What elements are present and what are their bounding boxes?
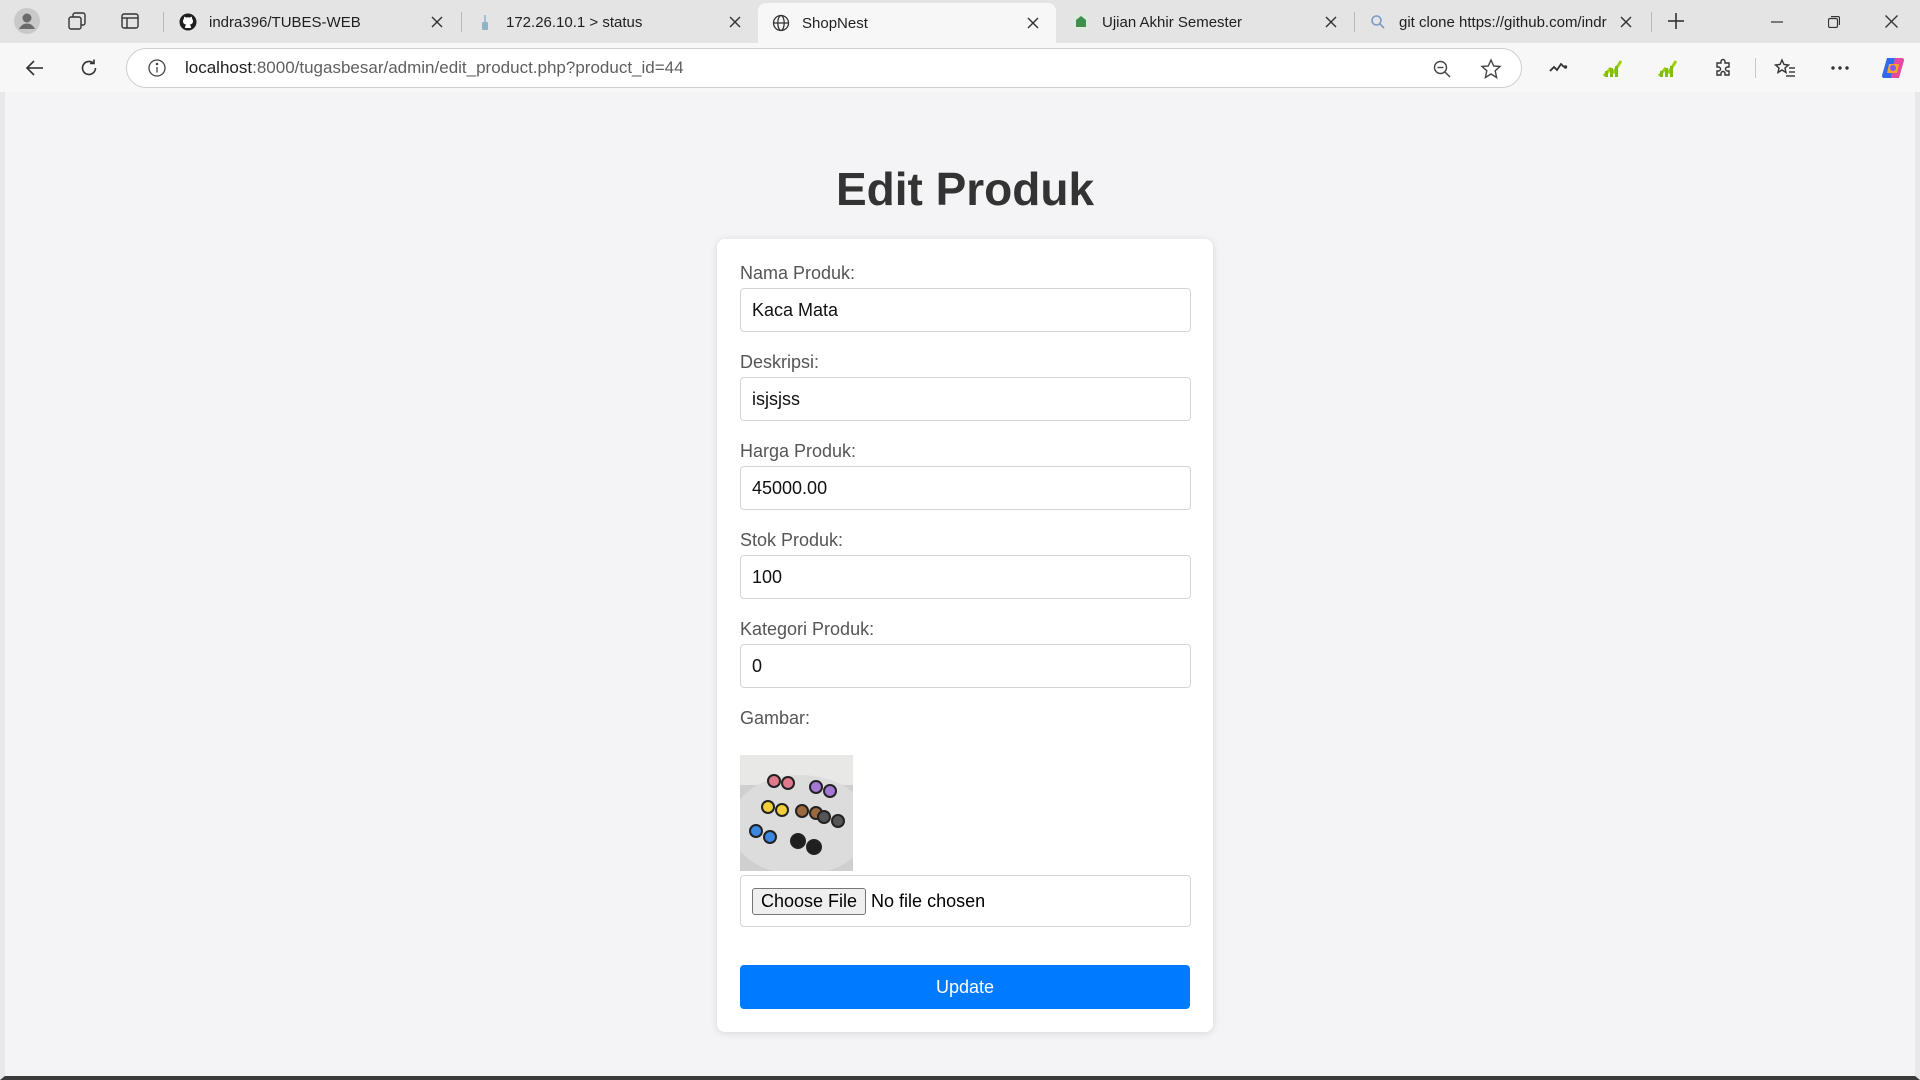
- image-label: Gambar:: [740, 708, 811, 728]
- stock-label: Stok Produk:: [740, 530, 844, 550]
- close-icon[interactable]: [1022, 12, 1044, 34]
- tab-github[interactable]: indra396/TUBES-WEB: [165, 4, 460, 40]
- extensions-button[interactable]: [1706, 50, 1742, 86]
- search-icon: [1369, 13, 1387, 31]
- product-image: [740, 755, 853, 871]
- tab-strip: indra396/TUBES-WEB 172.26.10.1 > status …: [0, 0, 1920, 43]
- close-icon[interactable]: [1615, 11, 1637, 33]
- tab-title: indra396/TUBES-WEB: [209, 13, 361, 31]
- favorites-button[interactable]: [1767, 50, 1803, 86]
- restore-button[interactable]: [1806, 0, 1862, 43]
- vertical-tabs-button[interactable]: [113, 4, 147, 38]
- performance-button[interactable]: [1540, 50, 1576, 86]
- profile-button[interactable]: [10, 4, 44, 38]
- tab-actions-icon: [121, 13, 139, 29]
- stock-input[interactable]: 100: [740, 555, 1191, 599]
- profile-icon: [14, 8, 40, 34]
- github-icon: [179, 13, 197, 31]
- tab-divider: [163, 12, 164, 32]
- puzzle-icon: [1716, 58, 1730, 76]
- heartbeat-icon: [1549, 62, 1568, 72]
- close-icon[interactable]: [426, 11, 448, 33]
- minimize-icon: [1771, 20, 1783, 23]
- category-input[interactable]: 0: [740, 644, 1191, 688]
- chart-extension-icon: [1657, 60, 1678, 77]
- name-input[interactable]: Kaca Mata: [740, 288, 1191, 332]
- tab-search[interactable]: git clone https://github.com/indr: [1355, 4, 1649, 40]
- description-label: Deskripsi:: [740, 352, 820, 372]
- plus-icon: [1668, 13, 1684, 29]
- tab-title: Ujian Akhir Semester: [1102, 13, 1243, 31]
- close-icon[interactable]: [724, 11, 746, 33]
- tab-divider: [1651, 12, 1652, 32]
- edit-product-form: Nama Produk: Kaca Mata Deskripsi: isjsjs…: [717, 239, 1213, 1032]
- zoom-out-icon[interactable]: [1429, 56, 1455, 82]
- school-icon: [1072, 13, 1090, 31]
- back-button[interactable]: [17, 50, 53, 86]
- choose-file-button[interactable]: Choose File: [752, 887, 867, 915]
- globe-icon: [772, 14, 790, 32]
- close-icon: [1884, 15, 1898, 28]
- browser-toolbar: localhost:8000/tugasbesar/admin/edit_pro…: [0, 43, 1920, 92]
- no-file-text: No file chosen: [871, 890, 986, 911]
- toolbar-divider: [1755, 58, 1756, 78]
- restore-icon: [1828, 15, 1840, 28]
- page-viewport: Edit Produk Nama Produk: Kaca Mata Deskr…: [0, 92, 1920, 1080]
- back-arrow-icon: [25, 60, 43, 76]
- close-icon[interactable]: [1320, 11, 1342, 33]
- url-text: localhost:8000/tugasbesar/admin/edit_pro…: [185, 58, 684, 78]
- tab-title: ShopNest: [802, 14, 868, 32]
- new-tab-button[interactable]: [1659, 4, 1693, 38]
- tab-shopnest[interactable]: ShopNest: [758, 3, 1056, 43]
- site-info-icon[interactable]: [145, 56, 169, 80]
- favorites-list-icon: [1774, 58, 1795, 77]
- tab-ujian[interactable]: Ujian Akhir Semester: [1058, 4, 1354, 40]
- extension-green-1-button[interactable]: [1595, 50, 1631, 86]
- more-dots-icon: [1831, 66, 1849, 70]
- tab-title: 172.26.10.1 > status: [506, 13, 643, 31]
- refresh-icon: [81, 59, 97, 76]
- address-bar[interactable]: localhost:8000/tugasbesar/admin/edit_pro…: [126, 48, 1522, 88]
- minimize-button[interactable]: [1749, 0, 1805, 43]
- price-label: Harga Produk:: [740, 441, 857, 461]
- copilot-button[interactable]: [1875, 50, 1911, 86]
- price-input[interactable]: 45000.00: [740, 466, 1191, 510]
- copilot-icon: [1881, 57, 1905, 79]
- settings-menu-button[interactable]: [1822, 50, 1858, 86]
- workspaces-icon: [68, 12, 86, 30]
- url-host: localhost: [185, 58, 253, 77]
- update-button[interactable]: Update: [740, 965, 1190, 1009]
- extension-green-2-button[interactable]: [1650, 50, 1686, 86]
- image-file-input[interactable]: Choose File No file chosen: [740, 875, 1191, 927]
- category-label: Kategori Produk:: [740, 619, 875, 639]
- page-title: Edit Produk: [835, 163, 1095, 215]
- chart-extension-icon: [1602, 60, 1623, 77]
- refresh-button[interactable]: [71, 50, 107, 86]
- name-label: Nama Produk:: [740, 263, 856, 283]
- favorite-star-icon[interactable]: [1478, 56, 1504, 82]
- tab-router-status[interactable]: 172.26.10.1 > status: [462, 4, 758, 40]
- url-path: :8000/tugasbesar/admin/edit_product.php?…: [252, 58, 684, 77]
- tab-title: git clone https://github.com/indr: [1399, 13, 1607, 31]
- router-icon: [476, 13, 494, 31]
- close-window-button[interactable]: [1863, 0, 1919, 43]
- description-input[interactable]: isjsjss: [740, 377, 1191, 421]
- workspaces-button[interactable]: [60, 4, 94, 38]
